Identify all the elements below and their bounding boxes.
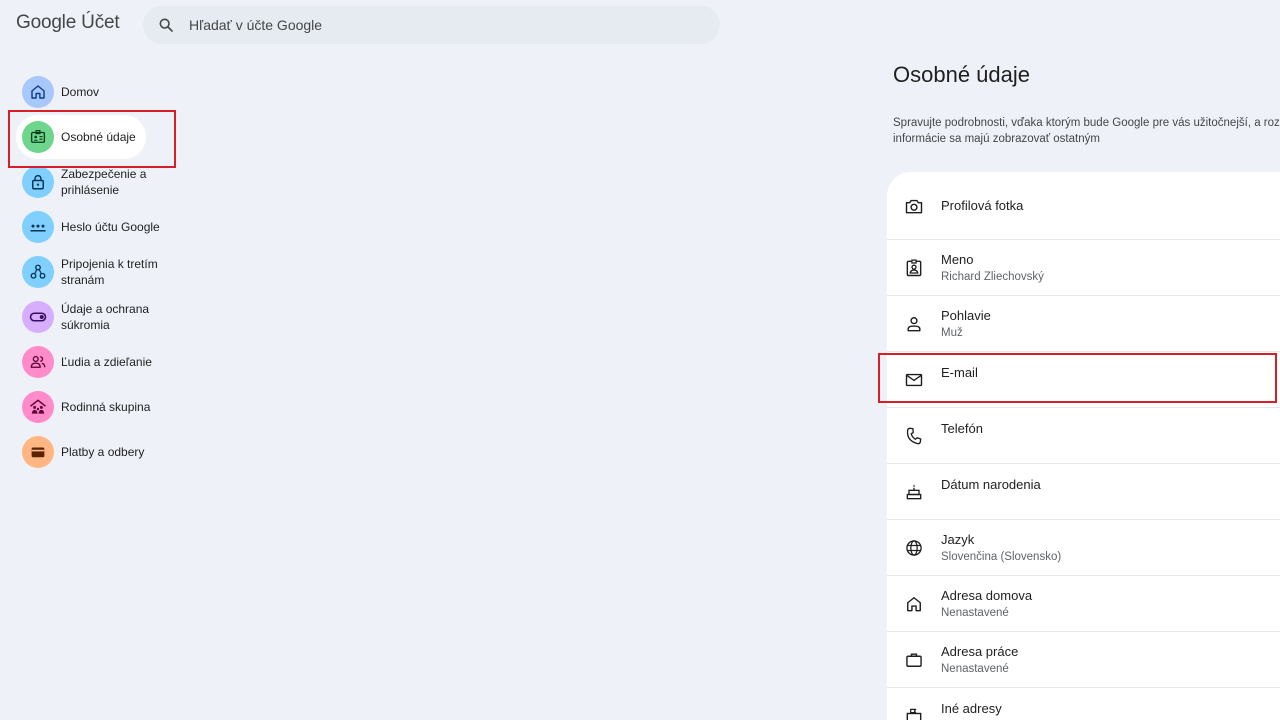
row-language[interactable]: Jazyk Slovenčina (Slovensko) (887, 520, 1280, 576)
wallet-icon (22, 436, 54, 468)
sidebar-item-personal-info[interactable]: Osobné údaje (16, 115, 146, 159)
sidebar-item-people-sharing[interactable]: Ľudia a zdieľanie (16, 340, 186, 384)
row-value: Nenastavené (941, 662, 1009, 675)
sidebar-item-label: Osobné údaje (61, 130, 136, 144)
family-icon (22, 391, 54, 423)
password-icon (22, 211, 54, 243)
sidebar-item-label: Údaje a ochrana súkromia (61, 302, 150, 332)
sidebar-item-password[interactable]: Heslo účtu Google (16, 205, 186, 249)
row-label: E-mail (941, 364, 978, 380)
sidebar-item-home[interactable]: Domov (16, 70, 186, 114)
row-other-addresses[interactable]: Iné adresy (887, 688, 1280, 720)
phone-icon (887, 426, 941, 446)
connections-icon (22, 256, 54, 288)
home-icon (887, 594, 941, 614)
row-phone[interactable]: Telefón (887, 408, 1280, 464)
badge-icon (887, 258, 941, 278)
search-icon[interactable] (143, 6, 189, 44)
briefcase-icon (887, 650, 941, 670)
sidebar-item-data-privacy[interactable]: Údaje a ochrana súkromia (16, 295, 186, 339)
row-label: Adresa domova (941, 587, 1033, 603)
row-label: Meno (941, 251, 974, 267)
sidebar-item-label: Platby a odbery (61, 445, 145, 459)
cake-icon (887, 482, 941, 502)
google-account-logo[interactable]: Google Účet (16, 12, 120, 34)
home-icon (22, 76, 54, 108)
row-home-address[interactable]: Adresa domova Nenastavené (887, 576, 1280, 632)
row-label: Telefón (941, 420, 983, 436)
row-label: Iné adresy (941, 700, 1002, 716)
row-value: Richard Zliechovský (941, 270, 1044, 283)
sidebar-item-label: Rodinná skupina (61, 400, 151, 414)
row-name[interactable]: Meno Richard Zliechovský (887, 240, 1280, 296)
sidebar-item-label: Domov (61, 85, 100, 99)
row-value: Nenastavené (941, 606, 1009, 619)
row-gender[interactable]: Pohlavie Muž (887, 296, 1280, 352)
sidebar-item-payments[interactable]: Platby a odbery (16, 430, 186, 474)
id-card-icon (22, 121, 54, 153)
camera-icon (887, 196, 941, 216)
row-value: Slovenčina (Slovensko) (941, 550, 1062, 563)
search-input[interactable] (189, 17, 689, 33)
search-bar[interactable] (143, 6, 720, 44)
page-description-line: Spravujte podrobnosti, vďaka ktorým bude… (893, 117, 1280, 129)
people-icon (22, 346, 54, 378)
lock-icon (22, 166, 54, 198)
sidebar-item-third-party[interactable]: Pripojenia k tretím stranám (16, 250, 186, 294)
google-account-app: Google Účet Domov Osobné údaje Zabezpeče… (0, 0, 1280, 720)
globe-icon (887, 538, 941, 558)
sidebar-item-label: Ľudia a zdieľanie (61, 355, 152, 369)
sidebar-item-label: Pripojenia k tretím stranám (61, 257, 158, 287)
row-label: Jazyk (941, 531, 975, 547)
person-icon (887, 314, 941, 334)
logo-google-text: Google (16, 12, 77, 33)
location-icon (887, 706, 941, 720)
logo-product-text: Účet (81, 12, 120, 33)
row-work-address[interactable]: Adresa práce Nenastavené (887, 632, 1280, 688)
sidebar-item-label: Zabezpečenie a prihlásenie (61, 167, 147, 197)
page-description-line: informácie sa majú zobrazovať ostatným (893, 133, 1100, 145)
sidebar-item-family[interactable]: Rodinná skupina (16, 385, 186, 429)
row-email[interactable]: E-mail (887, 352, 1280, 408)
sidebar-item-label: Heslo účtu Google (61, 220, 160, 234)
toggle-icon (22, 301, 54, 333)
row-value: Muž (941, 326, 963, 339)
personal-info-card: Profilová fotka Meno Richard Zliechovský… (887, 172, 1280, 720)
row-label: Adresa práce (941, 643, 1019, 659)
row-profile-photo[interactable]: Profilová fotka (887, 172, 1280, 240)
row-label: Pohlavie (941, 307, 991, 323)
mail-icon (887, 370, 941, 390)
sidebar-item-security[interactable]: Zabezpečenie a prihlásenie (16, 160, 186, 204)
page-title: Osobné údaje (893, 62, 1030, 87)
row-label: Dátum narodenia (941, 476, 1041, 492)
sidebar-nav: Domov Osobné údaje Zabezpečenie a prihlá… (16, 70, 186, 475)
row-birthday[interactable]: Dátum narodenia (887, 464, 1280, 520)
row-label: Profilová fotka (941, 197, 1024, 213)
page-description: Spravujte podrobnosti, vďaka ktorým bude… (893, 115, 1280, 147)
